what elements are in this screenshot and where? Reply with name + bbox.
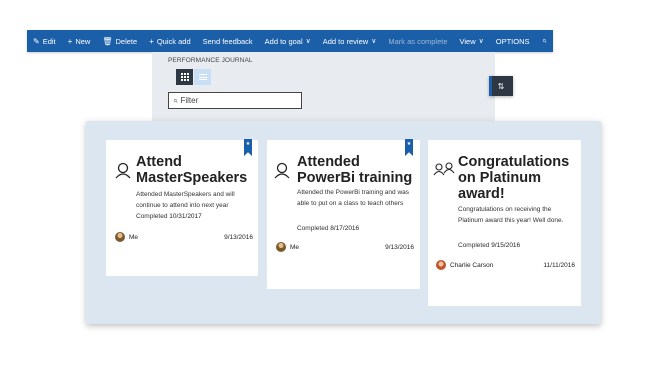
trash-icon: 🗑︎ — [102, 36, 113, 46]
cards-area: ★ Attend MasterSpeakers Attended MasterS… — [86, 121, 601, 324]
journal-card[interactable]: ★ Attend MasterSpeakers Attended MasterS… — [106, 139, 258, 276]
card-date: 9/13/2016 — [224, 234, 253, 241]
card-date: 9/13/2016 — [385, 244, 414, 251]
breadcrumb: PERFORMANCE JOURNAL — [168, 57, 253, 64]
people-icon — [433, 162, 455, 176]
completed-date: 8/17/2016 — [330, 225, 360, 232]
chevron-down-icon: ∨ — [478, 38, 484, 45]
command-bar: ✎ Edit + New 🗑︎ Delete + Quick add Send feed… — [27, 30, 553, 52]
filter-input[interactable] — [180, 96, 291, 105]
card-completed: Completed 10/31/2017 — [136, 213, 202, 220]
send-feedback-label: Send feedback — [202, 36, 253, 46]
options-label: OPTIONS — [495, 36, 530, 46]
completed-date: 9/15/2016 — [491, 242, 521, 249]
new-button[interactable]: + New — [62, 30, 97, 52]
person-icon — [274, 162, 290, 179]
completed-label: Completed — [136, 213, 168, 220]
journal-card[interactable]: Congratulations on Platinum award! Congr… — [428, 140, 581, 306]
view-button[interactable]: View ∨ — [454, 30, 490, 52]
pencil-icon: ✎ — [33, 36, 40, 46]
add-to-review-label: Add to review — [322, 36, 369, 46]
card-description: Attended MasterSpeakers and will continu… — [136, 191, 235, 209]
journal-card[interactable]: ★ Attended PowerBi training Attended the… — [267, 139, 420, 289]
side-panel-button[interactable]: ⇅ — [489, 76, 513, 96]
send-feedback-button[interactable]: Send feedback — [197, 30, 259, 52]
view-label: View — [459, 36, 476, 46]
grid-icon — [180, 73, 189, 81]
add-to-goal-label: Add to goal — [264, 36, 303, 46]
options-button[interactable]: OPTIONS — [490, 30, 536, 52]
mark-as-complete-button[interactable]: Mark as complete — [382, 30, 453, 52]
search-icon: ⌕ — [541, 36, 547, 45]
mark-as-complete-label: Mark as complete — [388, 36, 448, 46]
search-icon: ⌕ — [173, 95, 178, 105]
chevron-down-icon: ∨ — [371, 38, 377, 45]
person-icon — [115, 162, 131, 179]
card-description: Congratulations on receiving the Platinu… — [458, 206, 564, 224]
add-to-review-button[interactable]: Add to review ∨ — [317, 30, 383, 52]
plus-icon: + — [67, 36, 73, 46]
avatar — [115, 232, 125, 242]
card-title: Attend MasterSpeakers — [136, 154, 248, 186]
card-owner: Me — [290, 244, 300, 251]
completed-date: 10/31/2017 — [169, 213, 202, 220]
swap-icon: ⇅ — [497, 81, 505, 91]
search-button[interactable]: ⌕ — [536, 30, 555, 52]
avatar — [276, 242, 286, 252]
quick-add-button[interactable]: + Quick add — [143, 30, 196, 52]
avatar — [436, 260, 446, 270]
filter-field[interactable]: ⌕ — [168, 92, 302, 109]
add-to-goal-button[interactable]: Add to goal ∨ — [259, 30, 317, 52]
edit-label: Edit — [42, 36, 56, 46]
card-title: Congratulations on Platinum award! — [458, 154, 570, 202]
grid-view-toggle[interactable] — [176, 69, 193, 85]
chevron-down-icon: ∨ — [305, 38, 311, 45]
delete-button[interactable]: 🗑︎ Delete — [96, 30, 143, 52]
card-completed: Completed 8/17/2016 — [297, 225, 359, 232]
completed-label: Completed — [458, 242, 490, 249]
list-view-toggle[interactable] — [194, 69, 211, 85]
card-owner: Me — [129, 234, 139, 241]
plus-icon: + — [149, 36, 154, 46]
list-icon — [198, 74, 207, 80]
delete-label: Delete — [115, 36, 138, 46]
card-description: Attended the PowerBi training and was ab… — [297, 189, 410, 207]
card-completed: Completed 9/15/2016 — [458, 242, 520, 249]
completed-label: Completed — [297, 225, 329, 232]
new-label: New — [75, 36, 91, 46]
quick-add-label: Quick add — [156, 36, 191, 46]
card-date: 11/11/2016 — [543, 262, 575, 269]
card-owner: Charlie Carson — [450, 262, 494, 269]
card-title: Attended PowerBi training — [297, 154, 413, 186]
edit-button[interactable]: ✎ Edit — [27, 30, 62, 52]
